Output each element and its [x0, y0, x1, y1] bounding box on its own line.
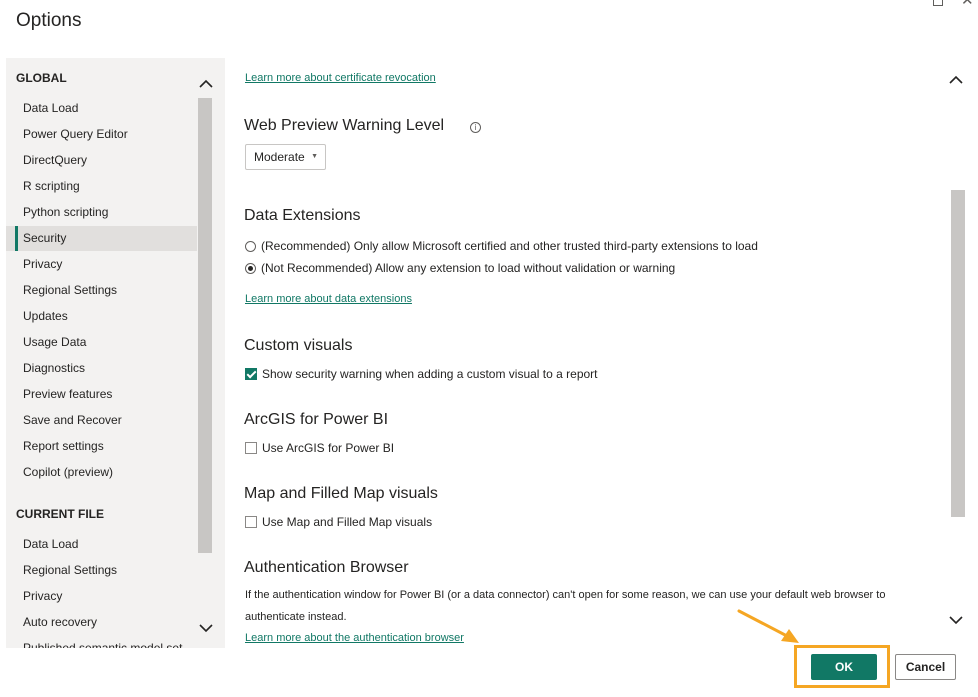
sidebar-item-current-regional-settings[interactable]: Regional Settings: [6, 558, 197, 583]
map-visuals-checkbox[interactable]: [245, 516, 257, 528]
map-visuals-heading: Map and Filled Map visuals: [244, 485, 438, 502]
extension-option-not-recommended[interactable]: (Not Recommended) Allow any extension to…: [245, 261, 675, 275]
cancel-button[interactable]: Cancel: [895, 654, 956, 680]
web-preview-heading: Web Preview Warning Level: [244, 117, 445, 134]
authentication-browser-description: If the authentication window for Power B…: [245, 589, 886, 623]
chevron-up-icon[interactable]: [946, 72, 966, 88]
options-sidebar: GLOBAL Data Load Power Query Editor Dire…: [6, 58, 225, 648]
map-visuals-option[interactable]: Use Map and Filled Map visuals: [245, 515, 432, 529]
sidebar-item-privacy[interactable]: Privacy: [6, 252, 197, 277]
sidebar-item-power-query-editor[interactable]: Power Query Editor: [6, 122, 197, 147]
sidebar-item-preview-features[interactable]: Preview features: [6, 382, 197, 407]
sidebar-item-r-scripting[interactable]: R scripting: [6, 174, 197, 199]
radio-recommended[interactable]: [245, 240, 256, 252]
chevron-down-icon[interactable]: [946, 612, 966, 628]
sidebar-item-data-load[interactable]: Data Load: [6, 96, 197, 121]
sidebar-item-security[interactable]: Security: [6, 226, 197, 251]
data-extensions-heading: Data Extensions: [244, 207, 361, 224]
chevron-down-icon[interactable]: [196, 620, 216, 636]
ok-button[interactable]: OK: [811, 654, 877, 680]
maximize-icon[interactable]: [933, 0, 943, 6]
current-file-heading: CURRENT FILE: [16, 507, 104, 521]
sidebar-item-current-privacy[interactable]: Privacy: [6, 584, 197, 609]
global-heading: GLOBAL: [16, 71, 67, 85]
chevron-down-icon: ▼: [311, 153, 318, 160]
checkbox-label: Use Map and Filled Map visuals: [262, 515, 433, 529]
sidebar-item-regional-settings[interactable]: Regional Settings: [6, 278, 197, 303]
dropdown-value: Moderate: [254, 150, 305, 164]
annotation-arrow-icon: [737, 609, 799, 643]
close-icon[interactable]: ✕: [961, 0, 974, 8]
checkbox-label: Show security warning when adding a cust…: [262, 367, 598, 381]
sidebar-item-auto-recovery[interactable]: Auto recovery: [6, 610, 197, 635]
sidebar-item-published-semantic-model[interactable]: Published semantic model set...: [6, 636, 197, 648]
web-preview-level-dropdown[interactable]: Moderate ▼: [245, 144, 326, 170]
custom-visuals-heading: Custom visuals: [244, 337, 353, 354]
info-icon[interactable]: i: [470, 122, 481, 133]
sidebar-item-usage-data[interactable]: Usage Data: [6, 330, 197, 355]
arcgis-checkbox[interactable]: [245, 442, 257, 454]
certificate-revocation-link[interactable]: Learn more about certificate revocation: [245, 72, 436, 84]
option-label: (Not Recommended) Allow any extension to…: [261, 261, 676, 275]
checkbox-label: Use ArcGIS for Power BI: [262, 441, 395, 455]
sidebar-scrollbar-thumb[interactable]: [198, 98, 212, 553]
sidebar-item-directquery[interactable]: DirectQuery: [6, 148, 197, 173]
option-label: (Recommended) Only allow Microsoft certi…: [261, 239, 758, 253]
dialog-title: Options: [16, 10, 82, 31]
sidebar-item-python-scripting[interactable]: Python scripting: [6, 200, 197, 225]
security-settings-panel: Learn more about certificate revocation …: [225, 58, 970, 644]
sidebar-item-save-and-recover[interactable]: Save and Recover: [6, 408, 197, 433]
sidebar-item-report-settings[interactable]: Report settings: [6, 434, 197, 459]
authentication-browser-heading: Authentication Browser: [244, 559, 409, 576]
radio-not-recommended[interactable]: [245, 262, 256, 274]
sidebar-item-updates[interactable]: Updates: [6, 304, 197, 329]
data-extensions-link[interactable]: Learn more about data extensions: [245, 293, 412, 305]
content-scrollbar-thumb[interactable]: [951, 190, 965, 517]
authentication-browser-link[interactable]: Learn more about the authentication brow…: [245, 632, 464, 644]
sidebar-item-diagnostics[interactable]: Diagnostics: [6, 356, 197, 381]
sidebar-item-copilot-preview[interactable]: Copilot (preview): [6, 460, 197, 485]
sidebar-item-current-data-load[interactable]: Data Load: [6, 532, 197, 557]
chevron-up-icon[interactable]: [196, 76, 216, 92]
arcgis-option[interactable]: Use ArcGIS for Power BI: [245, 441, 394, 455]
extension-option-recommended[interactable]: (Recommended) Only allow Microsoft certi…: [245, 239, 758, 253]
arcgis-heading: ArcGIS for Power BI: [244, 411, 389, 428]
custom-visuals-option[interactable]: Show security warning when adding a cust…: [245, 367, 598, 381]
custom-visuals-checkbox[interactable]: [245, 368, 257, 380]
